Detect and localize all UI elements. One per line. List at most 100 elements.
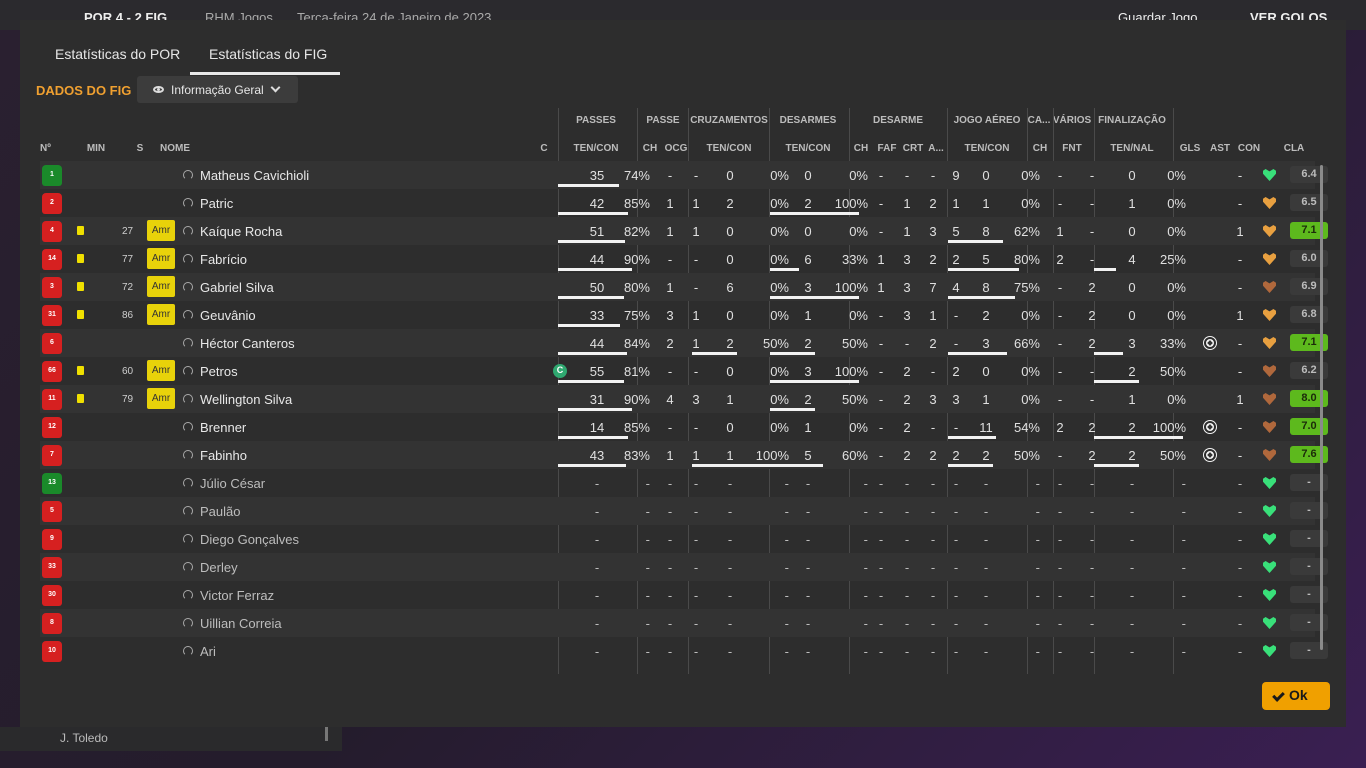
shirt-number: 7 [50, 451, 54, 458]
percent-bar [948, 436, 997, 439]
sidebar-player-item[interactable]: J. Toledo [0, 727, 342, 751]
condition-heart-icon [1262, 196, 1276, 210]
player-profile-icon [183, 198, 193, 208]
ok-button[interactable]: Ok [1262, 682, 1330, 710]
player-name[interactable]: Paulão [200, 504, 240, 519]
table-row[interactable]: 3 72 Amr Gabriel Silva 50 80% 1 - 6 0% 3 100% 1 3 7 4 8 7… [40, 273, 1328, 301]
table-row[interactable]: 4 27 Amr Kaíque Rocha 51 82% 1 1 0 0% 0 0% -1 3 5 8 62% 1… [40, 217, 1328, 245]
stat-percent: 0% [1021, 364, 1040, 379]
table-row[interactable]: 10 Ari - - - - - - - - - - - - - - - - - - - - [40, 637, 1328, 665]
stat-value: - [1089, 476, 1095, 491]
stat-percent: 80% [623, 280, 650, 295]
stat-percent: - [1181, 616, 1186, 631]
player-name[interactable]: Wellington Silva [200, 392, 292, 407]
shirt-icon: 30 [42, 585, 62, 606]
table-row[interactable]: 13 Júlio César - - - - - - - - - - - - - - - - - - - - [40, 469, 1328, 497]
player-name[interactable]: Diego Gonçalves [200, 532, 299, 547]
view-dropdown-label: Informação Geral [171, 83, 264, 97]
percent-bar [770, 212, 859, 215]
stat-value: 3 [903, 308, 911, 323]
table-row[interactable]: 30 Victor Ferraz - - - - - - - - - - - - - - - - - - - - [40, 581, 1328, 609]
stat-value: - [878, 392, 884, 407]
player-name[interactable]: Petros [200, 364, 238, 379]
shirt-icon: 9 [42, 529, 62, 550]
goal-ball-icon [1204, 449, 1216, 461]
player-name[interactable]: Brenner [200, 420, 246, 435]
stat-value: - [667, 252, 673, 267]
table-row[interactable]: 9 Diego Gonçalves - - - - - - - - - - - - - - - - - - - - [40, 525, 1328, 553]
table-row[interactable]: 2 Patric 42 85% 1 1 2 0% 2 100% -1 2 1 1 0% - -1 0% -6.5 [40, 189, 1328, 217]
player-name[interactable]: Patric [200, 196, 233, 211]
condition-heart-icon [1262, 560, 1276, 574]
table-row[interactable]: 33 Derley - - - - - - - - - - - - - - - - - - - - [40, 553, 1328, 581]
stat-value: - [805, 504, 811, 519]
player-name[interactable]: Fabrício [200, 252, 247, 267]
stat-value: - [1089, 364, 1095, 379]
view-dropdown[interactable]: Informação Geral [137, 76, 298, 103]
stat-value: - [1237, 196, 1243, 211]
stat-percent: 0% [770, 308, 789, 323]
player-name[interactable]: Geuvânio [200, 308, 256, 323]
table-row[interactable]: 12 Brenner 14 85% - -0 0% 1 0% -2- -11 54% 2 2 2 100% -7… [40, 413, 1328, 441]
percent-bar [948, 296, 1015, 299]
shirt-number: 14 [48, 255, 56, 262]
stat-value: 2 [1088, 280, 1096, 295]
stat-percent: - [645, 616, 650, 631]
player-name[interactable]: Matheus Cavichioli [200, 168, 309, 183]
yellow-card-icon [77, 282, 84, 291]
stat-percent: 50% [1013, 448, 1040, 463]
player-name[interactable]: Héctor Canteros [200, 336, 295, 351]
table-row[interactable]: 14 77 Amr Fabrício 44 90% - -0 0% 6 33% 1 3 2 2 5 80% 2-4… [40, 245, 1328, 273]
stat-value: - [727, 616, 733, 631]
table-row[interactable]: 31 86 Amr Geuvânio 33 75% 3 1 0 0% 1 0% -3 1-2 0% -2 0 0%… [40, 301, 1328, 329]
percent-bar [948, 240, 1004, 243]
table-scrollbar[interactable] [1320, 165, 1323, 650]
player-name[interactable]: Gabriel Silva [200, 280, 274, 295]
stat-percent: - [784, 476, 789, 491]
stat-value: - [930, 364, 936, 379]
stat-percent: - [784, 504, 789, 519]
player-name[interactable]: Kaíque Rocha [200, 224, 282, 239]
stat-value: 6 [726, 280, 734, 295]
stat-value: 8 [982, 280, 990, 295]
player-name[interactable]: Derley [200, 560, 238, 575]
stat-value: - [1237, 588, 1243, 603]
stat-value: 1 [666, 280, 674, 295]
table-row[interactable]: 5 Paulão - - - - - - - - - - - - - - - - - - - - [40, 497, 1328, 525]
stat-percent: 33% [841, 252, 868, 267]
stat-percent: - [645, 476, 650, 491]
tab-por-stats[interactable]: Estatísticas do POR [55, 46, 180, 62]
player-profile-icon [183, 590, 193, 600]
stat-value: 43 [589, 448, 605, 463]
stat-value: - [1057, 560, 1063, 575]
stat-value: - [930, 420, 936, 435]
table-row[interactable]: 8 Uillian Correia - - - - - - - - - - - - - - - - - - - - [40, 609, 1328, 637]
player-profile-icon [183, 450, 193, 460]
table-row[interactable]: 7 Fabinho 43 83% 1 1 1 100% 5 60% -2 2 2 2 50% -2 2 50% -7… [40, 441, 1328, 469]
stat-value: - [878, 504, 884, 519]
stat-value: 2 [903, 392, 911, 407]
table-row[interactable]: 6 Héctor Canteros 44 84% 2 1 2 50% 2 50% - -2-3 66% -… [40, 329, 1328, 357]
player-profile-icon [183, 562, 193, 572]
player-name[interactable]: Victor Ferraz [200, 588, 274, 603]
table-row[interactable]: 11 79 Amr Wellington Silva 31 90% 4 3 1 0% 2 50% -2 3… [40, 385, 1328, 413]
stat-value: - [693, 280, 699, 295]
stat-value: - [1237, 420, 1243, 435]
stat-value: - [953, 420, 959, 435]
table-row[interactable]: 1 Matheus Cavichioli 35 74% - -0 0% 0 0% - - -9 0 0% -… [40, 161, 1328, 189]
stat-percent: 66% [1013, 336, 1040, 351]
stat-percent: 100% [834, 196, 868, 211]
substitution-badge: Amr [147, 304, 175, 325]
sidebar-scrollbar[interactable] [325, 727, 328, 741]
tab-fig-stats[interactable]: Estatísticas do FIG [209, 46, 327, 62]
stat-value: - [878, 476, 884, 491]
player-name[interactable]: Júlio César [200, 476, 265, 491]
player-name[interactable]: Ari [200, 644, 216, 659]
stat-value: - [1129, 588, 1135, 603]
stat-value: - [878, 336, 884, 351]
player-name[interactable]: Uillian Correia [200, 616, 282, 631]
stat-value: 1 [726, 392, 734, 407]
player-name[interactable]: Fabinho [200, 448, 247, 463]
stat-percent: 60% [841, 448, 868, 463]
table-row[interactable]: 66 60 Amr Petros C 55 81% - -0 0% 3 100% -2-2 0 0% - -2 5… [40, 357, 1328, 385]
